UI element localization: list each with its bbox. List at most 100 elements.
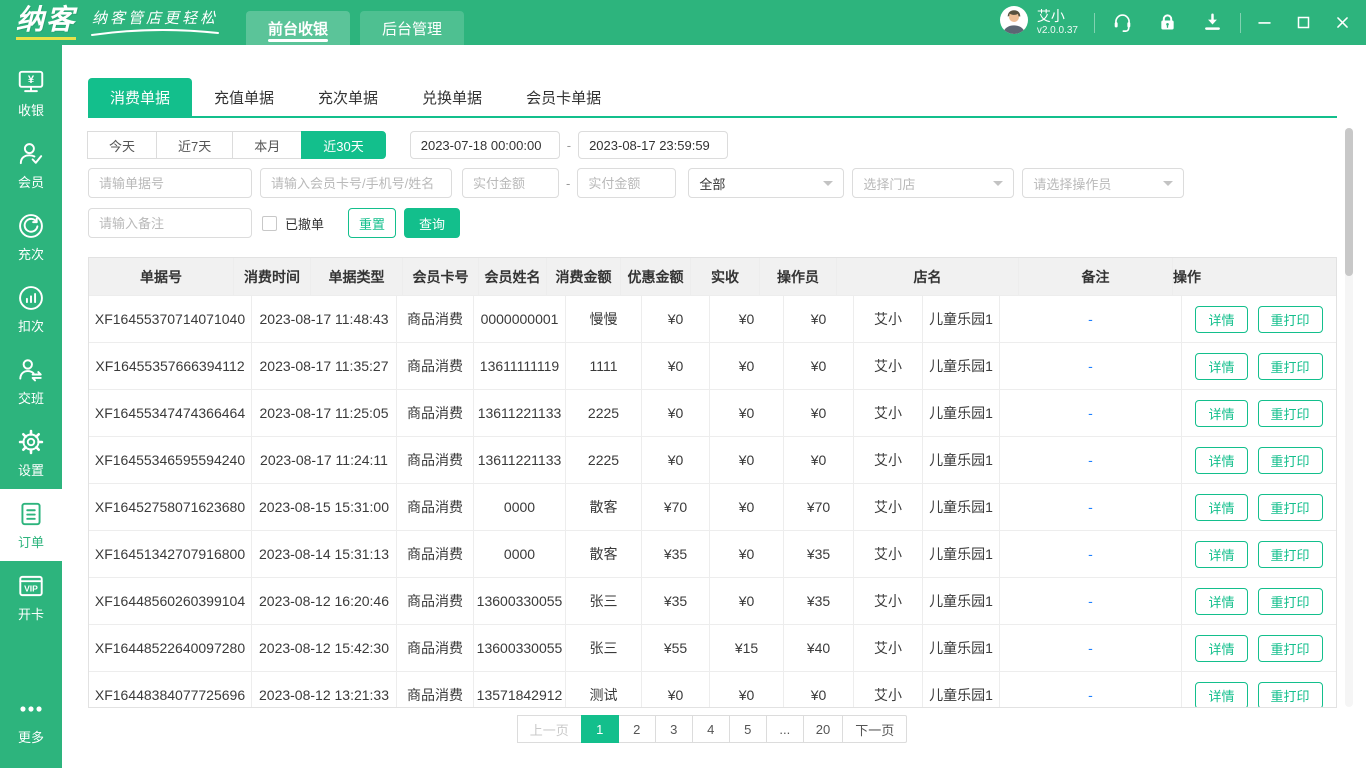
close-icon[interactable]: [1335, 15, 1350, 30]
page-button[interactable]: 1: [580, 715, 619, 743]
operator-cell: 艾小: [854, 625, 923, 671]
customer-service-icon[interactable]: [1111, 11, 1134, 34]
vip-card-icon: VIP: [16, 571, 46, 601]
member-search-input[interactable]: [260, 168, 452, 198]
actions-cell: 详情 重打印: [1182, 296, 1336, 342]
date-preset-button[interactable]: 今天: [87, 131, 158, 159]
bill-type-select[interactable]: 全部: [688, 168, 845, 198]
top-nav-tab[interactable]: 前台收银: [246, 11, 351, 45]
bill-no-input[interactable]: [88, 168, 252, 198]
table-body: XF16455370714071040 2023-08-17 11:48:43 …: [89, 295, 1336, 707]
detail-button[interactable]: 详情: [1195, 540, 1248, 568]
operator-cell: 艾小: [854, 390, 923, 436]
amount-max-input[interactable]: [577, 168, 677, 198]
sidebar-item[interactable]: 交班: [0, 345, 62, 417]
remark-input[interactable]: [88, 208, 252, 238]
page-button[interactable]: ...: [765, 715, 804, 743]
app-logo: 纳客: [16, 4, 77, 40]
page-button[interactable]: 5: [728, 715, 767, 743]
chevron-down-icon: [1163, 180, 1174, 191]
avatar[interactable]: [999, 5, 1029, 40]
date-preset-button[interactable]: 本月: [232, 131, 303, 159]
bill-type-tab[interactable]: 会员卡单据: [504, 78, 623, 116]
page-button[interactable]: 上一页: [516, 715, 582, 743]
search-button[interactable]: 查询: [404, 208, 461, 238]
reprint-button[interactable]: 重打印: [1257, 399, 1323, 427]
sidebar-item[interactable]: ¥ 收银: [0, 57, 62, 129]
time-cell: 2023-08-12 15:42:30: [252, 625, 397, 671]
remark-cell: -: [1000, 343, 1182, 389]
cancelled-checkbox[interactable]: [262, 215, 277, 231]
detail-button[interactable]: 详情: [1195, 352, 1248, 380]
page-button[interactable]: 20: [802, 715, 844, 743]
reprint-button[interactable]: 重打印: [1257, 540, 1323, 568]
detail-button[interactable]: 详情: [1195, 634, 1248, 662]
page-button[interactable]: 3: [654, 715, 693, 743]
bill-type-tab[interactable]: 充次单据: [296, 78, 400, 116]
divider: [1240, 12, 1241, 33]
store-cell: 儿童乐园1: [923, 484, 1000, 530]
store-select[interactable]: 选择门店: [852, 168, 1015, 198]
page-button[interactable]: 4: [691, 715, 730, 743]
bill-type-tab[interactable]: 充值单据: [192, 78, 296, 116]
reprint-button[interactable]: 重打印: [1257, 352, 1323, 380]
reprint-button[interactable]: 重打印: [1257, 446, 1323, 474]
sidebar-item[interactable]: 订单: [0, 489, 62, 561]
date-to-input[interactable]: [578, 131, 729, 159]
sidebar-item[interactable]: 更多: [0, 684, 62, 756]
reset-button[interactable]: 重置: [348, 208, 397, 238]
table-header-cell: 操作: [1173, 268, 1201, 285]
reprint-button[interactable]: 重打印: [1257, 681, 1323, 707]
detail-button[interactable]: 详情: [1195, 493, 1248, 521]
reprint-button[interactable]: 重打印: [1257, 493, 1323, 521]
actions-cell: 详情 重打印: [1182, 672, 1336, 707]
amount-cell: ¥55: [642, 625, 710, 671]
bill-no-cell: XF16448560260399104: [89, 578, 252, 624]
vertical-scrollbar-track[interactable]: [1345, 128, 1353, 707]
date-preset-button[interactable]: 近30天: [301, 131, 386, 159]
detail-button[interactable]: 详情: [1195, 305, 1248, 333]
table-row: XF16455347474366464 2023-08-17 11:25:05 …: [89, 389, 1336, 436]
sidebar-item[interactable]: 充次: [0, 201, 62, 273]
sidebar-item[interactable]: VIP 开卡: [0, 561, 62, 633]
card-no-cell: 13611111119: [474, 343, 566, 389]
brand: 纳客 纳客管店更轻松: [16, 4, 220, 40]
top-nav-tab[interactable]: 后台管理: [360, 11, 465, 45]
paid-cell: ¥0: [784, 296, 854, 342]
sidebar-item-label: 设置: [17, 463, 44, 478]
card-no-cell: 13611221133: [474, 390, 566, 436]
bill-type-tab[interactable]: 兑换单据: [400, 78, 504, 116]
card-no-cell: 13571842912: [474, 672, 566, 707]
bill-type-tab[interactable]: 消费单据: [88, 78, 193, 116]
maximize-icon[interactable]: [1296, 15, 1311, 30]
type-cell: 商品消费: [397, 343, 474, 389]
detail-button[interactable]: 详情: [1195, 681, 1248, 707]
date-from-input[interactable]: [409, 131, 560, 159]
detail-button[interactable]: 详情: [1195, 446, 1248, 474]
reprint-button[interactable]: 重打印: [1257, 305, 1323, 333]
chevron-down-icon: [823, 180, 834, 191]
sidebar-item[interactable]: 设置: [0, 417, 62, 489]
type-cell: 商品消费: [397, 625, 474, 671]
sidebar-item[interactable]: 会员: [0, 129, 62, 201]
chevron-down-icon: [993, 180, 1004, 191]
reprint-button[interactable]: 重打印: [1257, 587, 1323, 615]
reprint-button[interactable]: 重打印: [1257, 634, 1323, 662]
page-button[interactable]: 下一页: [842, 715, 908, 743]
amount-min-input[interactable]: [462, 168, 559, 198]
topbar-right: 艾小 v2.0.0.37: [999, 5, 1350, 40]
page-button[interactable]: 2: [617, 715, 656, 743]
vertical-scrollbar-thumb[interactable]: [1345, 128, 1353, 276]
lock-icon[interactable]: [1156, 11, 1179, 34]
download-icon[interactable]: [1201, 11, 1224, 34]
paid-cell: ¥0: [784, 672, 854, 707]
minimize-icon[interactable]: [1257, 15, 1272, 30]
detail-button[interactable]: 详情: [1195, 587, 1248, 615]
remark-cell: -: [1000, 672, 1182, 707]
detail-button[interactable]: 详情: [1195, 399, 1248, 427]
bill-no-cell: XF16455357666394112: [89, 343, 252, 389]
user-account[interactable]: 艾小 v2.0.0.37: [999, 5, 1078, 40]
date-preset-button[interactable]: 近7天: [156, 131, 234, 159]
operator-select[interactable]: 请选择操作员: [1022, 168, 1185, 198]
sidebar-item[interactable]: 扣次: [0, 273, 62, 345]
